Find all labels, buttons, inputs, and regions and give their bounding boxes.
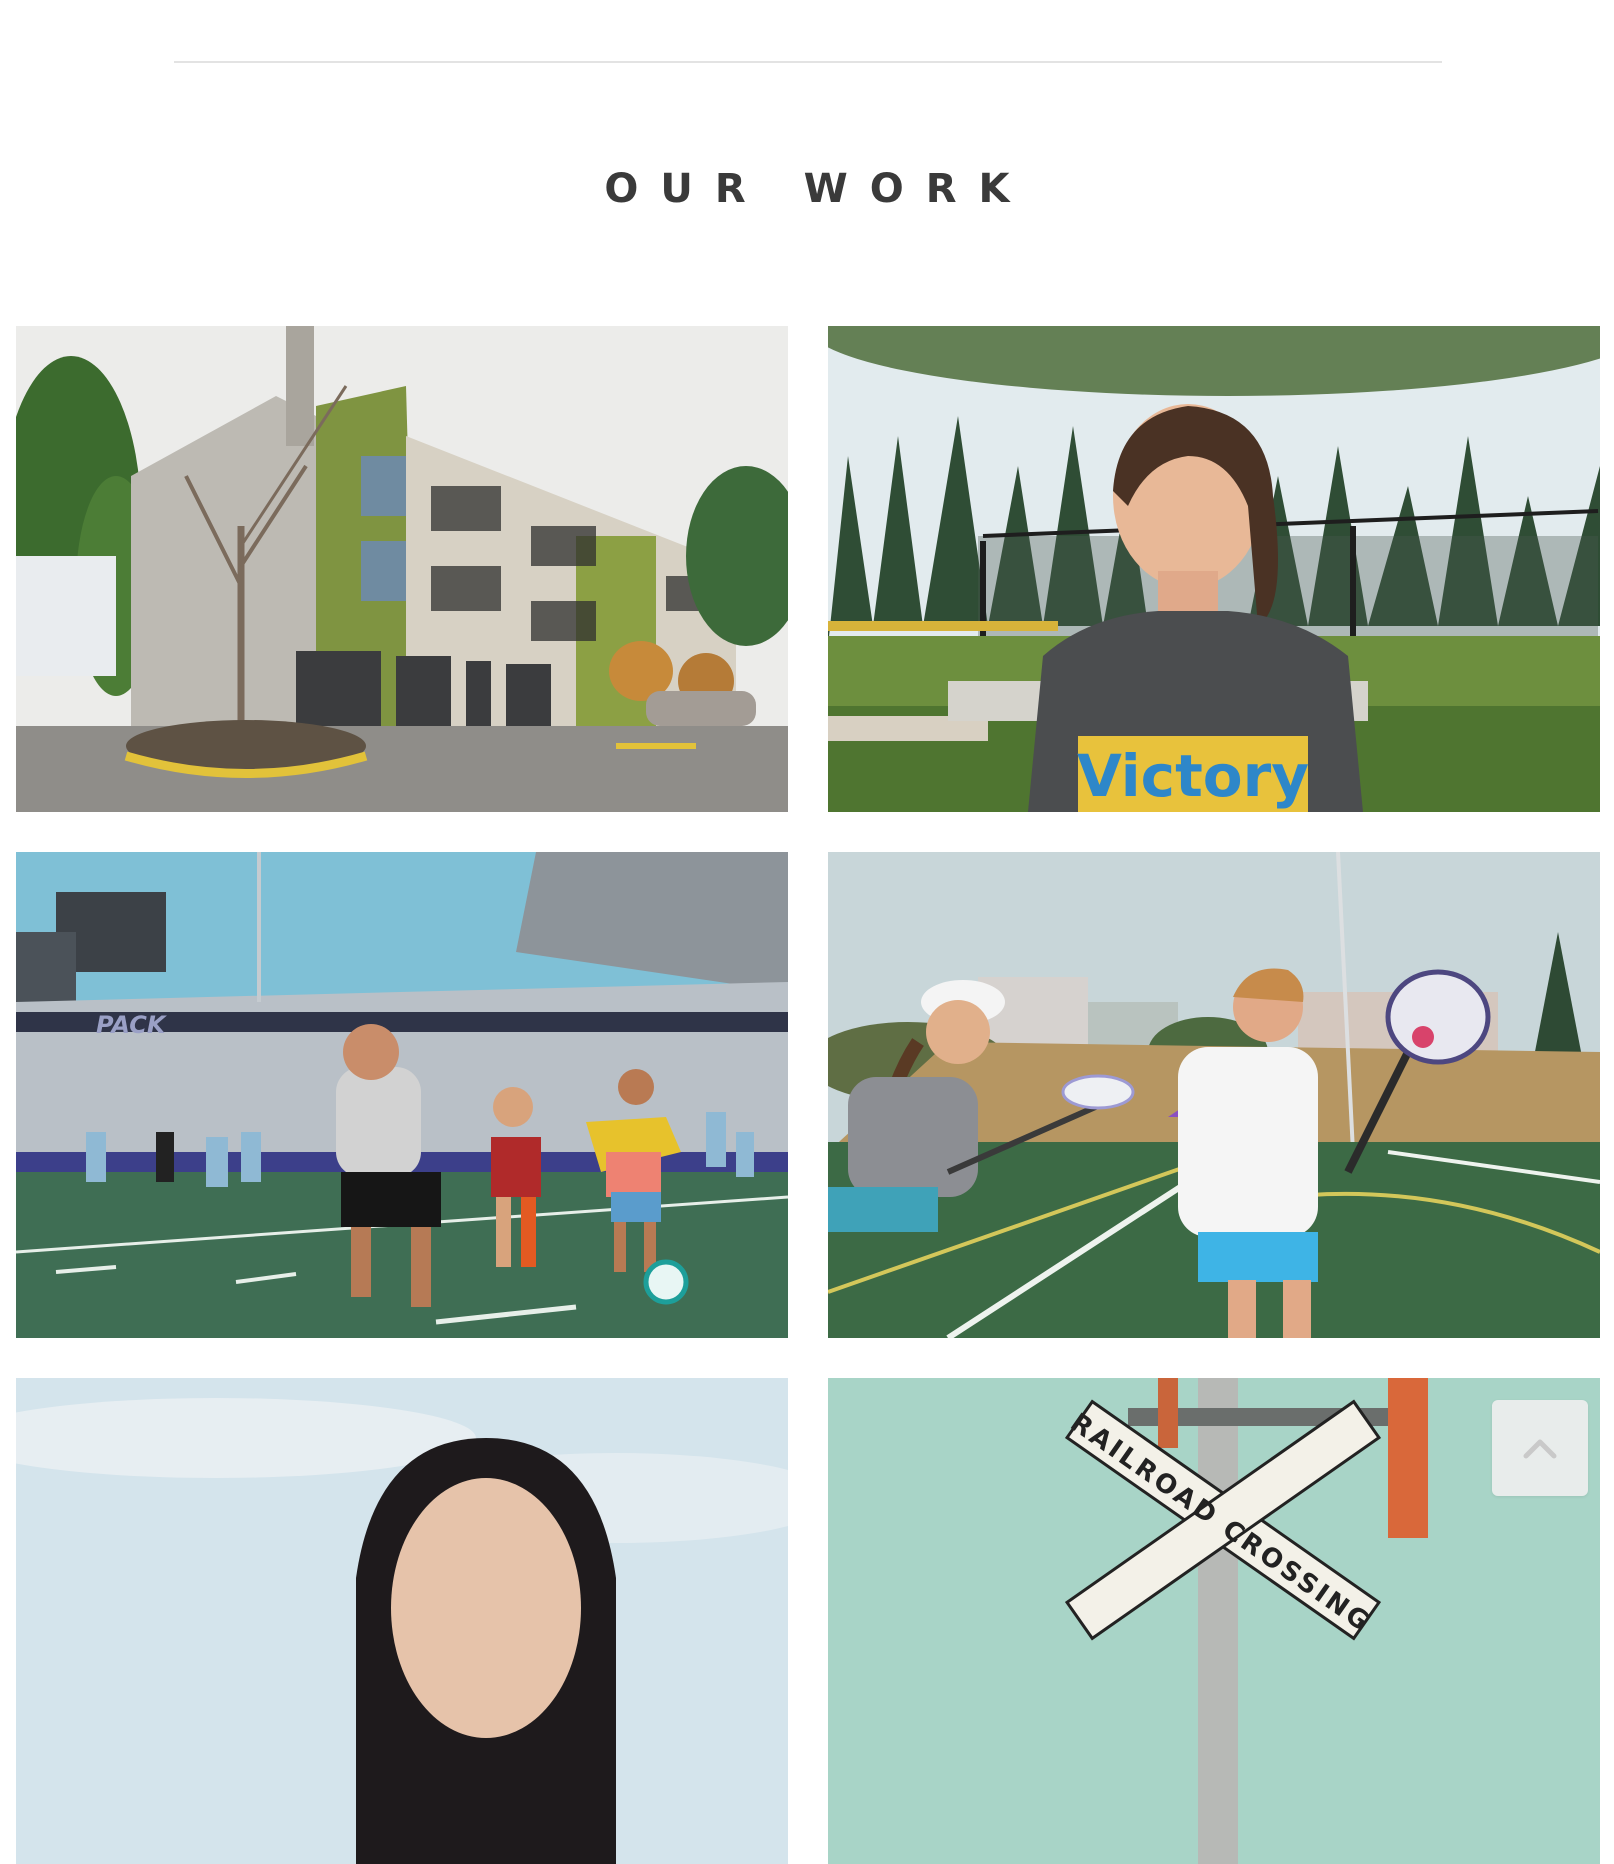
athlete-interview-image: Victory: [828, 326, 1600, 812]
shirt-text: Victory: [1077, 742, 1309, 810]
project-tile-railroad[interactable]: RAILROAD CROSSING: [828, 1378, 1600, 1864]
project-tile-kids-soccer[interactable]: PACK: [16, 852, 788, 1338]
work-grid: Victory PACK RAILROAD CROSSING: [16, 326, 1600, 1864]
scroll-to-top-button[interactable]: [1492, 1400, 1588, 1496]
project-tile-portrait[interactable]: [16, 1378, 788, 1864]
project-tile-kids-lacrosse[interactable]: [828, 852, 1600, 1338]
kids-lacrosse-image: [828, 852, 1600, 1338]
portrait-woman-image: [16, 1378, 788, 1864]
kids-soccer-image: PACK: [16, 852, 788, 1338]
project-tile-athlete-interview[interactable]: Victory: [828, 326, 1600, 812]
project-tile-apartment[interactable]: [16, 326, 788, 812]
section-title: OUR WORK: [604, 166, 1032, 212]
railroad-crossing-image: RAILROAD CROSSING: [828, 1378, 1600, 1864]
apartment-building-image: [16, 326, 788, 812]
stadium-banner-text: PACK: [96, 1011, 168, 1039]
chevron-up-icon: [1523, 1439, 1557, 1459]
top-divider: [174, 61, 1442, 63]
